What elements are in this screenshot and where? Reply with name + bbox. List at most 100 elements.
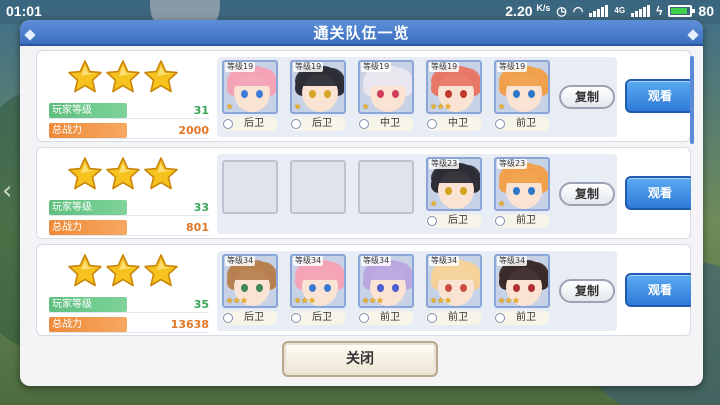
view-button[interactable]: 观看 xyxy=(625,273,691,307)
member-slot: 等级19 ★ 后卫 xyxy=(290,60,346,131)
character-portrait: 等级19 ★ xyxy=(290,60,346,114)
member-slot: 等级34 ★★★ 前卫 xyxy=(426,254,482,325)
power-stat: 总战力 13638 xyxy=(49,317,209,333)
view-button[interactable]: 观看 xyxy=(625,79,691,113)
battery-level: 80 xyxy=(698,3,714,19)
team-list[interactable]: 玩家等级 31 总战力 2000 等级19 ★ 后卫 等级19 ★ 后卫 等级19 ★ 中卫 等级19 ★★… xyxy=(36,50,691,350)
rarity-stars: ★★★ xyxy=(362,296,384,305)
scrollbar[interactable] xyxy=(690,56,694,144)
position-label: 中卫 xyxy=(380,118,400,129)
position-tag: 后卫 xyxy=(222,117,278,131)
player-level-value: 33 xyxy=(193,201,209,214)
power-value: 2000 xyxy=(178,124,209,137)
signal-icon xyxy=(589,5,609,17)
position-label: 后卫 xyxy=(448,215,468,226)
position-label: 后卫 xyxy=(312,118,332,129)
character-portrait: 等级23 ★ xyxy=(494,157,550,211)
position-icon xyxy=(427,313,437,323)
position-tag: 前卫 xyxy=(358,311,414,325)
rarity-stars: ★ xyxy=(226,102,234,111)
member-slot: 等级23 ★ 前卫 xyxy=(494,157,550,228)
member-slot: 等级19 ★ 后卫 xyxy=(222,60,278,131)
rarity-stars: ★★★ xyxy=(294,296,316,305)
position-label: 后卫 xyxy=(312,312,332,323)
copy-button[interactable]: 复制 xyxy=(559,279,615,303)
star-icon xyxy=(105,156,141,196)
character-portrait: 等级34 ★★★ xyxy=(494,254,550,308)
star-icon xyxy=(143,59,179,99)
position-icon xyxy=(359,313,369,323)
star-icon xyxy=(67,253,103,293)
character-portrait: 等级19 ★ xyxy=(358,60,414,114)
character-level: 等级19 xyxy=(225,62,256,72)
position-icon xyxy=(495,216,505,226)
network-speed: 2.20 K/s xyxy=(505,3,551,19)
character-level: 等级19 xyxy=(293,62,324,72)
copy-button[interactable]: 复制 xyxy=(559,182,615,206)
battery-icon xyxy=(668,5,696,17)
rarity-stars: ★ xyxy=(498,199,506,208)
character-level: 等级34 xyxy=(225,256,256,266)
member-slot: 等级34 ★★★ 前卫 xyxy=(494,254,550,325)
star-icon xyxy=(105,253,141,293)
wifi-icon: ◠ xyxy=(572,4,584,18)
position-icon xyxy=(427,119,437,129)
power-label: 总战力 xyxy=(49,123,127,138)
close-button[interactable]: 关闭 xyxy=(282,341,438,377)
character-level: 等级23 xyxy=(429,159,460,169)
position-label: 前卫 xyxy=(516,215,536,226)
character-level: 等级19 xyxy=(429,62,460,72)
rarity-stars: ★ xyxy=(294,102,302,111)
view-button[interactable]: 观看 xyxy=(625,176,691,210)
rarity-stars: ★ xyxy=(498,102,506,111)
position-icon xyxy=(495,119,505,129)
position-tag: 后卫 xyxy=(222,311,278,325)
position-tag: 前卫 xyxy=(494,214,550,228)
rarity-stars: ★ xyxy=(362,102,370,111)
back-arrow-icon[interactable]: ‹ xyxy=(2,176,12,206)
power-stat: 总战力 2000 xyxy=(49,123,209,139)
rarity-stars: ★★★ xyxy=(430,102,452,111)
position-tag: 前卫 xyxy=(494,311,550,325)
character-portrait: 等级19 ★★★ xyxy=(426,60,482,114)
position-tag: 前卫 xyxy=(494,117,550,131)
power-value: 801 xyxy=(186,221,209,234)
position-label: 前卫 xyxy=(448,312,468,323)
position-label: 后卫 xyxy=(244,312,264,323)
character-portrait: 等级34 ★★★ xyxy=(222,254,278,308)
clear-stars xyxy=(67,253,179,293)
member-slot: 等级34 ★★★ 后卫 xyxy=(222,254,278,325)
clear-stars xyxy=(67,156,179,196)
position-label: 前卫 xyxy=(380,312,400,323)
team-members: 等级19 ★ 后卫 等级19 ★ 后卫 等级19 ★ 中卫 等级19 ★★★ 中卫 等级19 ★ 前卫 xyxy=(217,57,617,137)
character-level: 等级34 xyxy=(361,256,392,266)
position-tag: 中卫 xyxy=(426,117,482,131)
position-label: 后卫 xyxy=(244,118,264,129)
dialog-title: 通关队伍一览 xyxy=(313,24,410,42)
rarity-stars: ★ xyxy=(430,199,438,208)
team-row: 玩家等级 33 总战力 801 等级23 ★ 后卫 等级23 ★ 前卫 复制 观看 xyxy=(36,147,691,239)
character-level: 等级19 xyxy=(361,62,392,72)
star-icon xyxy=(105,59,141,99)
position-icon xyxy=(291,313,301,323)
player-level-stat: 玩家等级 35 xyxy=(49,297,209,313)
team-members: 等级34 ★★★ 后卫 等级34 ★★★ 后卫 等级34 ★★★ 前卫 等级34 ★★★ 前卫 等级34… xyxy=(217,251,617,331)
player-level-label: 玩家等级 xyxy=(49,103,127,118)
dialog-header: 通关队伍一览 xyxy=(20,20,703,46)
member-slot: 等级19 ★ 前卫 xyxy=(494,60,550,131)
power-label: 总战力 xyxy=(49,317,127,332)
team-members: 等级23 ★ 后卫 等级23 ★ 前卫 xyxy=(217,154,617,234)
signal-icon-2 xyxy=(631,5,651,17)
network-type: 4G xyxy=(614,6,626,15)
character-level: 等级34 xyxy=(497,256,528,266)
member-slot: 等级34 ★★★ 前卫 xyxy=(358,254,414,325)
star-icon xyxy=(67,156,103,196)
character-portrait: 等级19 ★ xyxy=(222,60,278,114)
position-tag: 后卫 xyxy=(290,117,346,131)
rarity-stars: ★★★ xyxy=(430,296,452,305)
alarm-icon: ◷ xyxy=(556,4,567,18)
copy-button[interactable]: 复制 xyxy=(559,85,615,109)
star-icon xyxy=(143,253,179,293)
position-icon xyxy=(223,119,233,129)
player-level-label: 玩家等级 xyxy=(49,200,127,215)
